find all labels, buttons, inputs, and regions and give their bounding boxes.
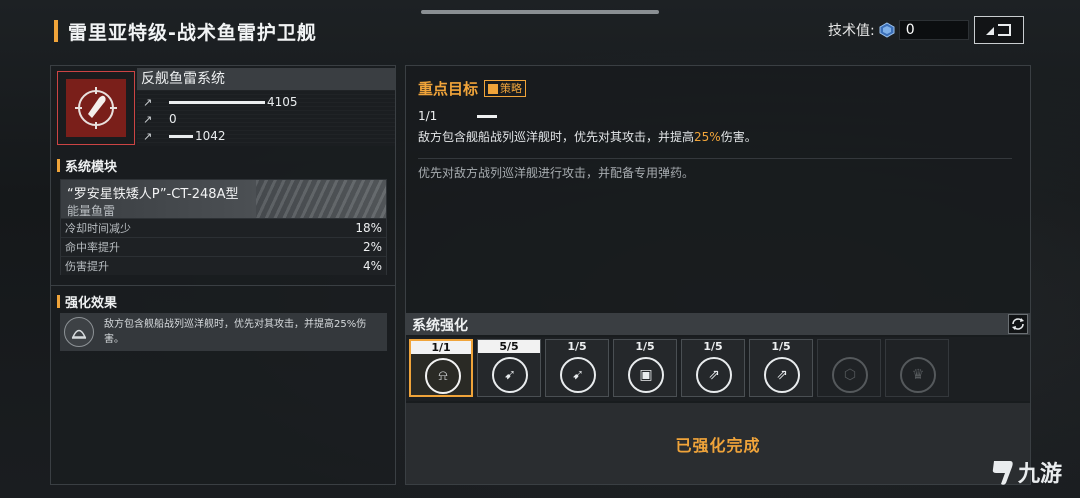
range-icon: ↗ bbox=[143, 130, 153, 143]
watermark-logo-icon bbox=[992, 461, 1013, 485]
slot-count bbox=[886, 340, 948, 353]
strategy-tag-label: 策略 bbox=[500, 82, 523, 95]
module-row-value: 18% bbox=[355, 221, 382, 235]
focus-desc-highlight: 25% bbox=[694, 130, 721, 144]
tech-label: 技术值: bbox=[828, 23, 875, 39]
ship-title: 雷里亚特级-战术鱼雷护卫舰 bbox=[68, 21, 317, 44]
damage-icon: ↗ bbox=[143, 96, 153, 109]
module-card[interactable]: “罗安星铁矮人P”-CT-248A型 能量鱼雷 冷却时间减少 18% 命中率提升… bbox=[60, 179, 387, 275]
focus-note: 优先对敌方战列巡洋舰进行攻击，并配备专用弹药。 bbox=[418, 166, 695, 180]
torpedo-target-icon bbox=[66, 79, 126, 137]
watermark-text: 九游 bbox=[1018, 462, 1063, 487]
refresh-button[interactable] bbox=[1008, 314, 1028, 334]
enhance-slot-5[interactable]: 1/5 ⇗ bbox=[681, 339, 745, 397]
slot-count: 1/5 bbox=[771, 340, 791, 353]
detail-panel: 重点目标 策略 1/1 敌方包含舰船战列巡洋舰时，优先对其攻击，并提高25%伤害… bbox=[405, 65, 1031, 485]
slot-count: 5/5 bbox=[478, 340, 540, 353]
module-row-label: 伤害提升 bbox=[65, 260, 109, 273]
module-row-value: 2% bbox=[362, 240, 382, 254]
module-type: 能量鱼雷 bbox=[67, 204, 116, 218]
enhance-complete-label: 已强化完成 bbox=[406, 403, 1030, 484]
tech-value-display: 技术值: 0 bbox=[828, 20, 969, 40]
twin-torpedo-icon: ⇗ bbox=[764, 357, 800, 393]
module-row-value: 4% bbox=[362, 259, 382, 273]
cube-icon: ⬡ bbox=[832, 357, 868, 393]
enhance-slot-7[interactable]: ⬡ bbox=[817, 339, 881, 397]
module-row-label: 冷却时间减少 bbox=[65, 222, 131, 235]
enhance-effect-box: 敌方包含舰船战列巡洋舰时，优先对其攻击，并提高25%伤害。 bbox=[60, 313, 387, 351]
stat-row-penetration: ↗ 0 bbox=[143, 111, 177, 127]
focus-separator bbox=[418, 158, 1012, 159]
watermark: 九游 bbox=[990, 456, 1062, 488]
module-section-title: 系统模块 bbox=[65, 160, 118, 175]
module-row: 冷却时间减少 18% bbox=[61, 218, 386, 237]
slot-count: 1/1 bbox=[411, 341, 471, 354]
focus-target-heading: 重点目标 策略 bbox=[418, 78, 527, 99]
focus-progress-value: 1/1 bbox=[418, 109, 438, 123]
torpedo-bell-icon: ⍾ bbox=[425, 358, 461, 394]
stat-row-damage: ↗ 4105 bbox=[143, 94, 298, 110]
stat-value-damage: 4105 bbox=[267, 95, 298, 109]
twin-torpedo-icon: ⇗ bbox=[696, 357, 732, 393]
drag-handle[interactable] bbox=[421, 10, 659, 14]
panel-divider bbox=[51, 285, 395, 286]
enhance-effect-heading: 强化效果 bbox=[57, 292, 117, 311]
torpedo-rocket-icon: ➹ bbox=[492, 357, 528, 393]
module-section-heading: 系统模块 bbox=[57, 156, 117, 175]
tech-gem-icon bbox=[879, 22, 895, 38]
slot-count bbox=[818, 340, 880, 353]
module-row-label: 命中率提升 bbox=[65, 241, 120, 254]
enhance-slot-3[interactable]: 1/5 ➹ bbox=[545, 339, 609, 397]
enhance-slot-6[interactable]: 1/5 ⇗ bbox=[749, 339, 813, 397]
crown-icon: ♛ bbox=[900, 357, 936, 393]
weapon-name: 反舰鱼雷系统 bbox=[137, 68, 395, 90]
tech-value: 0 bbox=[898, 20, 969, 40]
enhance-effect-text: 敌方包含舰船战列巡洋舰时，优先对其攻击，并提高25%伤害。 bbox=[104, 319, 367, 345]
torpedo-bell-icon bbox=[64, 317, 94, 347]
back-button[interactable] bbox=[974, 16, 1024, 44]
module-header: “罗安星铁矮人P”-CT-248A型 能量鱼雷 bbox=[61, 180, 386, 218]
focus-desc-text: 敌方包含舰船战列巡洋舰时，优先对其攻击，并提高 bbox=[418, 130, 695, 144]
stat-bar-range bbox=[169, 134, 193, 138]
focus-target-title: 重点目标 bbox=[418, 80, 479, 98]
torpedo-rocket-icon: ➹ bbox=[560, 357, 596, 393]
chip-icon: ▣ bbox=[628, 357, 664, 393]
enhance-slot-4[interactable]: 1/5 ▣ bbox=[613, 339, 677, 397]
enhance-effect-title: 强化效果 bbox=[65, 296, 118, 311]
stat-value-range: 1042 bbox=[195, 129, 226, 143]
section-marker bbox=[57, 159, 60, 172]
focus-description: 敌方包含舰船战列巡洋舰时，优先对其攻击，并提高25%伤害。 bbox=[418, 128, 757, 145]
module-row: 伤害提升 4% bbox=[61, 256, 386, 275]
title-accent-bar bbox=[54, 20, 58, 42]
enhance-slot-2[interactable]: 5/5 ➹ bbox=[477, 339, 541, 397]
stat-bar-damage bbox=[169, 100, 265, 104]
system-enhance-header: 系统强化 bbox=[406, 313, 1030, 335]
penetration-icon: ↗ bbox=[143, 113, 153, 126]
slot-count: 1/5 bbox=[567, 340, 587, 353]
focus-progress: 1/1 bbox=[418, 109, 498, 123]
weapon-header: 反舰鱼雷系统 ↗ 4105 ↗ 0 ↗ 1042 bbox=[51, 66, 395, 148]
focus-progress-bar bbox=[477, 114, 498, 118]
stat-value-penetration: 0 bbox=[169, 112, 177, 126]
module-name: “罗安星铁矮人P”-CT-248A型 bbox=[67, 187, 239, 202]
weapon-panel: 反舰鱼雷系统 ↗ 4105 ↗ 0 ↗ 1042 系统模块 “罗安星铁矮人P”-… bbox=[50, 65, 396, 485]
strategy-tag: 策略 bbox=[484, 80, 527, 97]
back-arrow-icon bbox=[986, 24, 1011, 36]
module-row: 命中率提升 2% bbox=[61, 237, 386, 256]
focus-desc-tail: 伤害。 bbox=[720, 130, 757, 144]
slot-count: 1/5 bbox=[703, 340, 723, 353]
system-enhance-title: 系统强化 bbox=[412, 318, 468, 334]
refresh-icon bbox=[1012, 318, 1024, 330]
weapon-stats: ↗ 4105 ↗ 0 ↗ 1042 bbox=[137, 90, 395, 146]
enhance-slot-1[interactable]: 1/1 ⍾ bbox=[409, 339, 473, 397]
enhance-slot-8[interactable]: ♛ bbox=[885, 339, 949, 397]
slot-count: 1/5 bbox=[635, 340, 655, 353]
stat-row-range: ↗ 1042 bbox=[143, 128, 226, 144]
weapon-icon-frame[interactable] bbox=[57, 71, 135, 145]
strategy-icon bbox=[488, 83, 499, 94]
enhance-slots: 1/1 ⍾ 5/5 ➹ 1/5 ➹ 1/5 ▣ 1/5 ⇗ 1/5 ⇗ ⬡ ♛ bbox=[406, 337, 1030, 401]
page-title: 雷里亚特级-战术鱼雷护卫舰 bbox=[54, 18, 317, 44]
section-marker bbox=[57, 295, 60, 308]
